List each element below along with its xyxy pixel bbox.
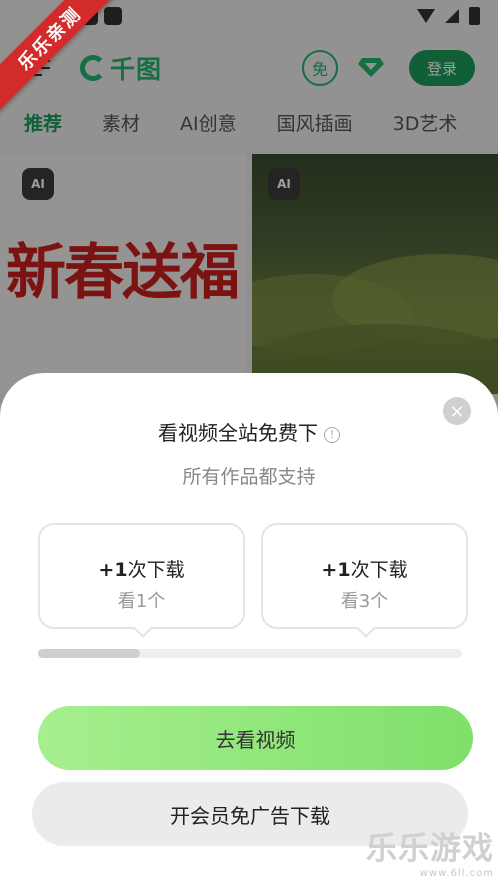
reward-pointer bbox=[356, 618, 376, 638]
reward-requirement: 看3个 bbox=[340, 591, 389, 612]
sheet-title: 看视频全站免费下! bbox=[0, 417, 498, 446]
reward-count: +1 bbox=[321, 559, 351, 581]
download-bottom-sheet: × 看视频全站免费下! 所有作品都支持 +1次下载 看1个 +1次下载 看3个 … bbox=[0, 373, 498, 887]
watermark-text: 乐乐游戏 bbox=[366, 831, 494, 867]
reward-count: +1 bbox=[98, 559, 128, 581]
reward-label: 次下载 bbox=[127, 559, 185, 581]
reward-card[interactable]: +1次下载 看1个 bbox=[38, 523, 245, 638]
sheet-subtitle: 所有作品都支持 bbox=[182, 466, 316, 488]
site-watermark: 乐乐游戏 www.6ll.com bbox=[366, 823, 494, 879]
info-icon[interactable]: ! bbox=[324, 426, 340, 443]
reward-label: 次下载 bbox=[350, 559, 408, 581]
reward-title: +1次下载 bbox=[263, 555, 466, 582]
progress-track bbox=[38, 649, 462, 658]
sheet-title-text: 看视频全站免费下 bbox=[158, 421, 318, 445]
reward-pointer bbox=[133, 618, 153, 638]
reward-card[interactable]: +1次下载 看3个 bbox=[261, 523, 468, 638]
progress-fill bbox=[38, 649, 140, 658]
watch-video-button[interactable]: 去看视频 bbox=[38, 706, 473, 770]
watermark-url: www.6ll.com bbox=[419, 868, 494, 879]
reward-title: +1次下载 bbox=[40, 555, 243, 582]
reward-requirement: 看1个 bbox=[117, 591, 166, 612]
